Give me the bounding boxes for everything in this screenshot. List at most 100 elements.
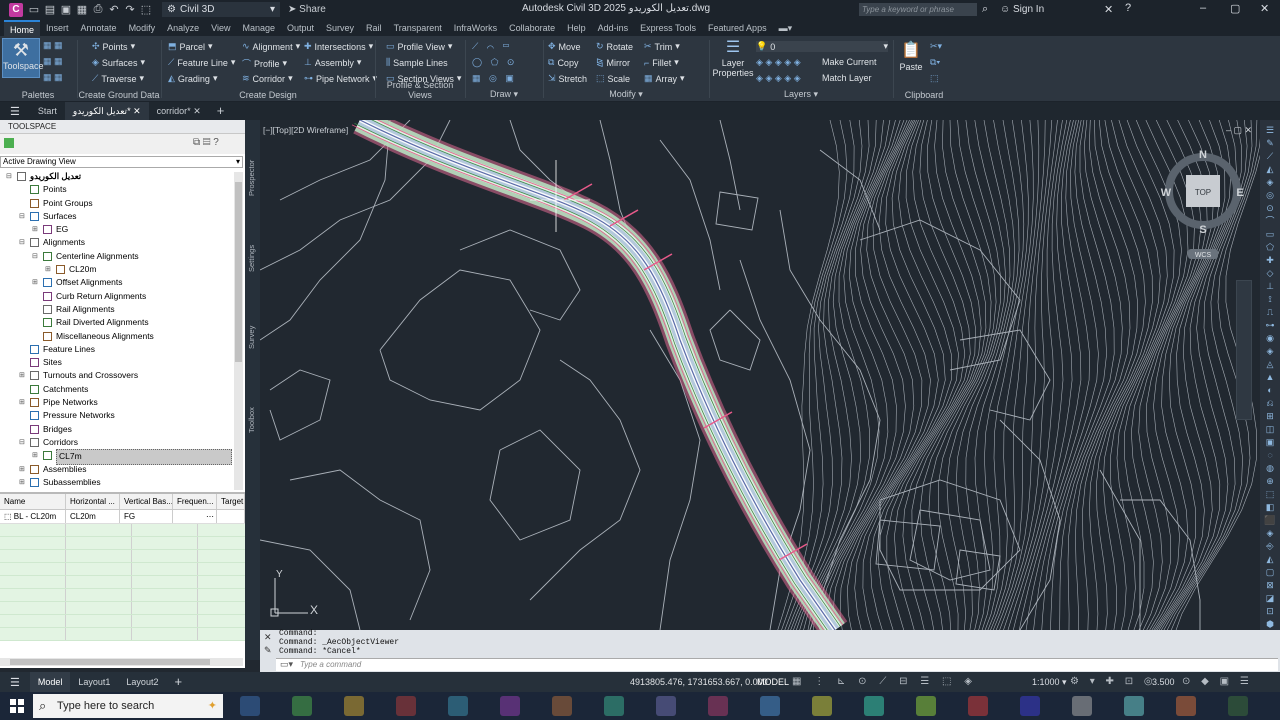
redo-icon[interactable]: ↷ xyxy=(122,3,138,16)
ribbon-tab-home[interactable]: Home xyxy=(4,20,41,36)
corridor-band[interactable] xyxy=(359,120,836,630)
palette-icons-row2[interactable]: ▦ ▦ xyxy=(43,56,63,67)
empty-grid-row[interactable] xyxy=(0,576,245,589)
col-frequency[interactable]: Frequen... xyxy=(173,494,217,509)
assembly-button[interactable]: ⊥ Assembly ▾ xyxy=(304,57,361,68)
tree-item[interactable]: ⊞ CL7m xyxy=(0,449,245,465)
expand-icon[interactable]: ⊞ xyxy=(19,369,25,382)
layer-dropdown[interactable]: 💡 0 ▾ xyxy=(756,41,888,52)
profile-view-button[interactable]: ▭ Profile View ▾ xyxy=(386,41,452,52)
expand-icon[interactable]: ⊞ xyxy=(32,449,38,462)
draw-tools-row2[interactable]: ◯ ⬠ ⊙ xyxy=(472,57,517,68)
ribbon-tab-modify[interactable]: Modify xyxy=(123,20,162,36)
save-icon[interactable]: ▣ xyxy=(58,3,74,16)
tree-item[interactable]: Rail Diverted Alignments xyxy=(0,316,245,329)
col-name[interactable]: Name xyxy=(0,494,66,509)
corridor-button[interactable]: ≋ Corridor ▾ xyxy=(242,73,293,84)
taskbar-app-icon[interactable] xyxy=(1124,696,1144,716)
tool-strip-icons[interactable]: ☰✎⟋◭◈◎⊙⌒▭⬠✚◇⊥⟟⎍⊶◉◈◬▲◐⎌⊞◫▣◌◍⊕⬚◧⬛◈⎆◭▢⊠◪⊡⬢◩ xyxy=(1260,120,1280,644)
make-current-button[interactable]: Make Current xyxy=(822,57,877,67)
toolspace-icons[interactable]: ⧉ ▤ ? xyxy=(193,137,219,148)
expand-icon[interactable]: ⊞ xyxy=(45,263,51,276)
match-prop-icon[interactable]: ⬚ xyxy=(930,73,939,84)
tree-item[interactable]: Pressure Networks xyxy=(0,409,245,422)
empty-grid-row[interactable] xyxy=(0,602,245,615)
corridor-band[interactable] xyxy=(354,120,845,630)
tree-item[interactable]: Sites xyxy=(0,356,245,369)
alignment-button[interactable]: ∿ Alignment ▾ xyxy=(242,41,300,52)
corridor-band[interactable] xyxy=(353,120,848,630)
taskbar-app-icon[interactable] xyxy=(344,696,364,716)
ribbon-tab-collaborate[interactable]: Collaborate xyxy=(503,20,561,36)
corridor-band[interactable] xyxy=(357,120,840,630)
elevation-value[interactable]: 3.500 xyxy=(1152,677,1175,687)
ribbon-tab-analyze[interactable]: Analyze xyxy=(161,20,205,36)
ribbon-tab-manage[interactable]: Manage xyxy=(236,20,281,36)
ribbon-tab-help[interactable]: Help xyxy=(561,20,592,36)
new-tab-button[interactable]: + xyxy=(209,102,233,120)
tree-item[interactable]: ⊟ Centerline Alignments xyxy=(0,250,245,263)
ribbon-minimize-icon[interactable]: ▬▾ xyxy=(773,20,799,36)
ribbon-tab-express-tools[interactable]: Express Tools xyxy=(634,20,702,36)
empty-grid-row[interactable] xyxy=(0,524,245,537)
tree-item[interactable]: Miscellaneous Alignments xyxy=(0,330,245,343)
command-input[interactable]: Type a command xyxy=(276,658,1278,671)
tree-item[interactable]: ⊞ Subassemblies xyxy=(0,476,245,489)
empty-grid-row[interactable] xyxy=(0,628,245,641)
ribbon-tab-rail[interactable]: Rail xyxy=(360,20,388,36)
trim-button[interactable]: ✂ Trim ▾ xyxy=(644,41,680,52)
side-tab-settings[interactable]: Settings xyxy=(247,245,256,272)
close-icon[interactable]: ✕ xyxy=(264,632,272,643)
corridor-band[interactable] xyxy=(359,120,837,630)
tree-item[interactable]: Feature Lines xyxy=(0,343,245,356)
taskbar-search[interactable]: ⌕ Type here to search ✦ xyxy=(33,694,223,718)
wrench-icon[interactable]: ✎ xyxy=(264,645,272,656)
tree-item[interactable]: Point Groups xyxy=(0,197,245,210)
restore-icon[interactable]: ▢ xyxy=(1230,2,1240,15)
taskbar-app-icon[interactable] xyxy=(1072,696,1092,716)
intersections-button[interactable]: ✚ Intersections ▾ xyxy=(304,41,373,52)
collapse-icon[interactable]: ⊟ xyxy=(19,436,25,449)
taskbar-app-icon[interactable] xyxy=(604,696,624,716)
viewcube[interactable]: TOP N S E W WCS xyxy=(1161,149,1244,259)
draw-tools-row3[interactable]: ▦ ◎ ▣ xyxy=(472,73,517,84)
palette-icons-row1[interactable]: ▦ ▦ xyxy=(43,40,63,51)
cell-vertical[interactable]: FG xyxy=(120,510,173,523)
layer-tools-row2[interactable]: ◈ ◈ ◈ ◈ ◈ xyxy=(756,73,801,84)
tree-item[interactable]: Rail Alignments xyxy=(0,303,245,316)
ribbon-tab-infraworks[interactable]: InfraWorks xyxy=(448,20,503,36)
folder-icon[interactable]: ▤ xyxy=(42,3,58,16)
paste-button[interactable]: 📋 Paste xyxy=(898,40,924,72)
add-layout-button[interactable]: + xyxy=(166,672,190,692)
sign-in-button[interactable]: ☺ Sign In xyxy=(1000,4,1044,15)
taskbar-app-icon[interactable] xyxy=(396,696,416,716)
layers-label[interactable]: Layers ▾ xyxy=(710,89,892,100)
ribbon-tab-transparent[interactable]: Transparent xyxy=(388,20,448,36)
taskbar-app-icon[interactable] xyxy=(708,696,728,716)
points-button[interactable]: ✣ Points ▾ xyxy=(92,41,135,52)
tree-item[interactable]: Points xyxy=(0,183,245,196)
model-space-button[interactable]: MODEL xyxy=(757,677,789,687)
fillet-button[interactable]: ⌐ Fillet ▾ xyxy=(644,57,679,68)
taskbar-app-icon[interactable] xyxy=(968,696,988,716)
cell-target[interactable] xyxy=(217,510,245,523)
collapse-icon[interactable]: ⊟ xyxy=(19,210,25,223)
copy-button[interactable]: ⧉ Copy xyxy=(548,57,578,68)
workspace-switcher[interactable]: ⚙ Civil 3D ▾ xyxy=(162,2,280,17)
hamburger-icon[interactable]: ☰ xyxy=(0,676,30,689)
tab-model[interactable]: Model xyxy=(29,672,71,692)
drafting-toggles[interactable]: ▦ ⋮ ⊾ ⊙ ⟋ ⊟ ☰ ⬚ ◈ xyxy=(792,676,977,687)
grid-hscrollbar[interactable] xyxy=(0,658,243,666)
corridor-band[interactable] xyxy=(356,120,842,630)
tab-layout2[interactable]: Layout2 xyxy=(118,672,166,692)
taskbar-app-icon[interactable] xyxy=(552,696,572,716)
corridor-road[interactable] xyxy=(351,120,848,630)
ribbon-tab-annotate[interactable]: Annotate xyxy=(75,20,123,36)
feature-line-button[interactable]: ⟋ Feature Line ▾ xyxy=(168,57,235,68)
expand-icon[interactable]: ⊞ xyxy=(32,276,38,289)
table-row[interactable]: ⬚ BL - CL20m CL20m FG ⋯ xyxy=(0,510,245,524)
tree-item[interactable]: ⊟ Corridors xyxy=(0,436,245,449)
hamburger-icon[interactable]: ☰ xyxy=(0,105,30,118)
palettes-label[interactable]: Palettes xyxy=(0,90,76,100)
draw-tools-row1[interactable]: ⟋ ⌒ ▭ xyxy=(472,41,513,52)
